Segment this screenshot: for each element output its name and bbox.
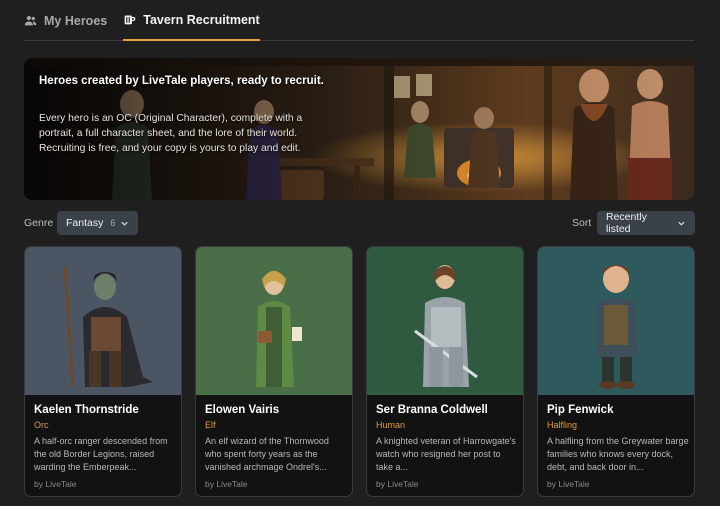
hero-card[interactable]: Ser Branna Coldwell Human A knighted vet…	[366, 246, 524, 497]
mug-icon	[124, 15, 136, 25]
hero-author: by LiveTale	[34, 479, 77, 489]
tavern-banner: Heroes created by LiveTale players, read…	[24, 58, 694, 200]
chevron-down-icon	[678, 221, 685, 226]
hero-name: Elowen Vairis	[205, 404, 280, 416]
hero-name: Kaelen Thornstride	[34, 404, 139, 416]
users-icon	[24, 15, 37, 26]
hero-description: A halfling from the Greywater barge fami…	[547, 436, 689, 472]
hero-description: A knighted veteran of Harrowgate's watch…	[376, 436, 516, 472]
hero-author: by LiveTale	[205, 479, 248, 489]
tab-tavern-recruitment[interactable]: Tavern Recruitment	[123, 0, 260, 41]
tab-my-heroes[interactable]: My Heroes	[24, 0, 107, 41]
tab-bar: My Heroes Tavern Recruitment	[24, 0, 694, 41]
hero-race: Halfling	[547, 420, 578, 430]
hero-description: An elf wizard of the Thornwood who spent…	[205, 436, 329, 472]
hero-name: Pip Fenwick	[547, 404, 614, 416]
tab-label: My Heroes	[44, 13, 108, 28]
sort-label: Sort	[572, 217, 592, 229]
hero-card[interactable]: Elowen Vairis Elf An elf wizard of the T…	[195, 246, 353, 497]
genre-dropdown[interactable]: Fantasy 6	[57, 211, 139, 235]
banner-text: Heroes created by LiveTale players, read…	[39, 75, 329, 156]
genre-count: 6	[110, 218, 116, 228]
hero-author: by LiveTale	[376, 479, 419, 489]
hero-portrait	[196, 247, 352, 395]
tab-label: Tavern Recruitment	[143, 12, 260, 27]
hero-race: Orc	[34, 420, 49, 430]
banner-title: Heroes created by LiveTale players, read…	[39, 75, 324, 87]
sort-dropdown[interactable]: Recently listed	[597, 211, 695, 235]
hero-race: Human	[376, 420, 406, 430]
hero-card[interactable]: Kaelen Thornstride Orc A half-orc ranger…	[24, 246, 182, 497]
hero-author: by LiveTale	[547, 479, 590, 489]
hero-portrait	[538, 247, 694, 395]
banner-description: Every hero is an OC (Original Character)…	[39, 113, 303, 154]
genre-label: Genre	[24, 217, 54, 229]
hero-card-grid: Kaelen Thornstride Orc A half-orc ranger…	[24, 246, 695, 497]
sort-value: Recently listed	[606, 211, 647, 235]
genre-value: Fantasy	[66, 217, 104, 229]
hero-race: Elf	[205, 420, 216, 430]
hero-portrait	[367, 247, 523, 395]
chevron-down-icon	[121, 221, 129, 226]
hero-portrait	[25, 247, 181, 395]
hero-card[interactable]: Pip Fenwick Halfling A halfling from the…	[537, 246, 695, 497]
hero-name: Ser Branna Coldwell	[376, 404, 488, 416]
filter-bar: Genre Fantasy 6 Sort Recently listed	[24, 211, 695, 235]
hero-description: A half-orc ranger descended from the old…	[34, 436, 168, 472]
